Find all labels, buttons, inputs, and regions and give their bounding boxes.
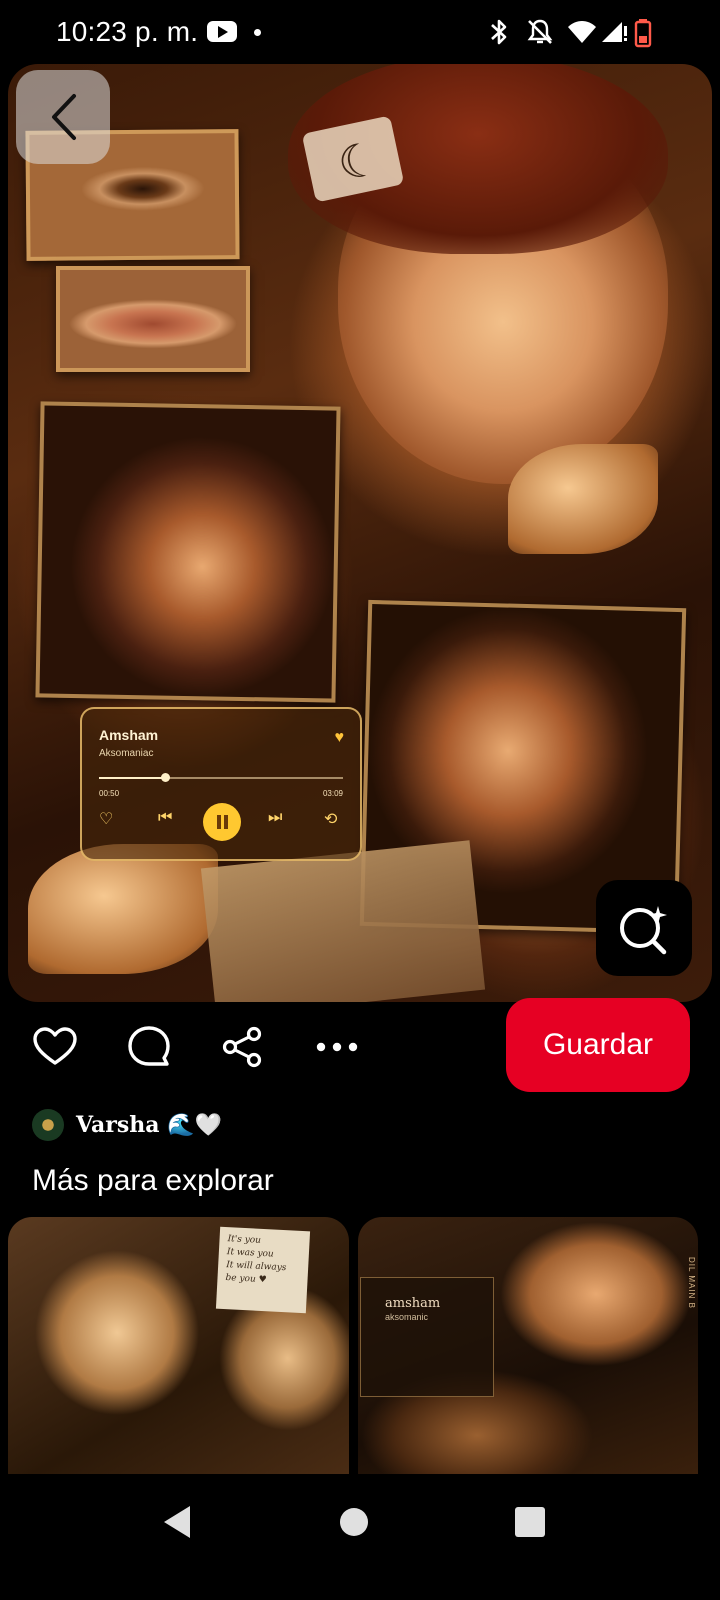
system-nav-bar [0, 1474, 720, 1600]
visual-search-button[interactable] [596, 880, 692, 976]
tile-music-title: amsham [385, 1296, 441, 1311]
pin-image[interactable]: ☾ Amsham Aksomaniac ♥ 00:50 03:09 ♡ ⏮ ⏭ … [8, 64, 712, 1002]
back-button[interactable] [16, 70, 110, 164]
music-progress-fill [99, 777, 165, 779]
nav-back-icon[interactable] [164, 1506, 190, 1538]
avatar[interactable] [32, 1109, 64, 1141]
pin-author[interactable]: Varsha 🌊🤍 [32, 1108, 222, 1142]
mute-icon [527, 19, 553, 44]
collage-music-card: Amsham Aksomaniac ♥ 00:50 03:09 ♡ ⏮ ⏭ ⟲ [80, 707, 362, 861]
explore-pin-1[interactable]: It's you It was you It will always be yo… [8, 1217, 349, 1474]
music-repeat-icon: ⟲ [324, 811, 338, 828]
explore-heading: Más para explorar [32, 1164, 274, 1197]
music-pause-icon [203, 803, 241, 841]
collage-lips-photo [56, 266, 250, 372]
more-icon[interactable] [314, 1024, 360, 1070]
music-progress-track [99, 773, 343, 782]
youtube-icon [207, 21, 237, 42]
nav-home-icon[interactable] [340, 1508, 368, 1536]
music-artist: Aksomaniac [99, 748, 154, 759]
lily-flower [508, 444, 658, 554]
comment-icon[interactable] [126, 1024, 172, 1070]
music-time-elapsed: 00:50 [99, 789, 120, 798]
status-time: 10:23 p. m. [56, 16, 199, 47]
lily-flower [28, 844, 218, 974]
tile-side-text: DIL MAIN B [687, 1257, 696, 1309]
music-progress-knob [160, 773, 170, 782]
heart-icon[interactable] [32, 1024, 78, 1070]
tile-music-artist: aksomanic [385, 1312, 429, 1322]
signal-icon [602, 22, 627, 42]
bluetooth-icon [491, 19, 507, 45]
author-name[interactable]: Varsha 🌊🤍 [76, 1112, 222, 1138]
tile-music-card: amsham aksomanic [360, 1277, 494, 1397]
music-title: Amsham [99, 727, 159, 743]
explore-pin-2[interactable]: amsham aksomanic DIL MAIN B [358, 1217, 698, 1474]
lens-search-icon [620, 906, 667, 955]
collage-left-photo [35, 401, 341, 703]
chevron-left-icon [52, 94, 76, 140]
save-button[interactable]: Guardar [506, 998, 690, 1092]
battery-low-icon [634, 19, 652, 48]
tile-note: It's you It was you It will always be yo… [215, 1226, 311, 1314]
status-bar: 10:23 p. m. [0, 0, 720, 64]
music-like-icon: ♡ [99, 811, 114, 828]
dot-icon [254, 29, 261, 36]
music-time-total: 03:09 [322, 789, 343, 798]
collage-letter [200, 840, 486, 1002]
music-prev-icon: ⏮ [158, 809, 173, 826]
nav-recents-icon[interactable] [515, 1507, 545, 1537]
share-icon[interactable] [220, 1024, 266, 1070]
music-next-icon: ⏭ [268, 809, 283, 826]
wifi-icon [568, 21, 596, 43]
music-heart-icon: ♥ [334, 729, 345, 746]
